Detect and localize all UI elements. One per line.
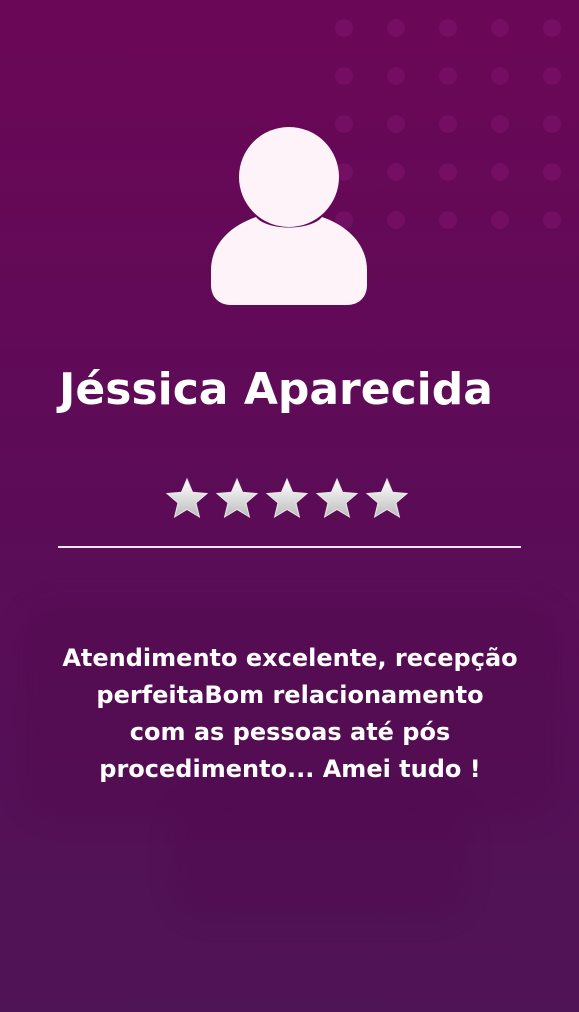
decorative-dot [491, 115, 509, 133]
star-rating [165, 477, 415, 523]
user-avatar-icon [211, 127, 367, 305]
decorative-dot [439, 19, 457, 37]
decorative-dot [543, 211, 561, 229]
decorative-dot [543, 19, 561, 37]
decorative-dot [491, 211, 509, 229]
decorative-dot [491, 67, 509, 85]
review-line: perfeitaBom relacionamento [96, 681, 484, 709]
decorative-dot [335, 19, 353, 37]
star-icon [365, 477, 409, 519]
decorative-dot [439, 67, 457, 85]
review-line: com as pessoas até pós [129, 718, 451, 746]
reviewer-name: Jéssica Aparecida [59, 364, 493, 415]
decorative-dot [543, 163, 561, 181]
review-text: Atendimento excelente, recepção perfeita… [55, 640, 525, 788]
star-icon [165, 477, 209, 519]
decorative-dot [387, 67, 405, 85]
decorative-dot [491, 19, 509, 37]
decorative-dot [387, 163, 405, 181]
decorative-dot [439, 163, 457, 181]
decorative-dot [335, 67, 353, 85]
star-icon [265, 477, 309, 519]
testimonial-card: Jéssica Aparecida Atendimento excelente,… [0, 0, 579, 1012]
decorative-dot [387, 211, 405, 229]
review-line: procedimento... Amei tudo ! [99, 755, 481, 783]
decorative-dot [491, 163, 509, 181]
divider [58, 546, 521, 548]
decorative-dot [543, 115, 561, 133]
decorative-dot [387, 115, 405, 133]
decorative-dot [439, 211, 457, 229]
decorative-blob [170, 800, 470, 920]
star-icon [215, 477, 259, 519]
decorative-dot [543, 67, 561, 85]
decorative-dot [439, 115, 457, 133]
star-icon [315, 477, 359, 519]
decorative-dot-grid [330, 14, 579, 244]
decorative-dot [387, 19, 405, 37]
review-line: Atendimento excelente, recepção [62, 644, 518, 672]
